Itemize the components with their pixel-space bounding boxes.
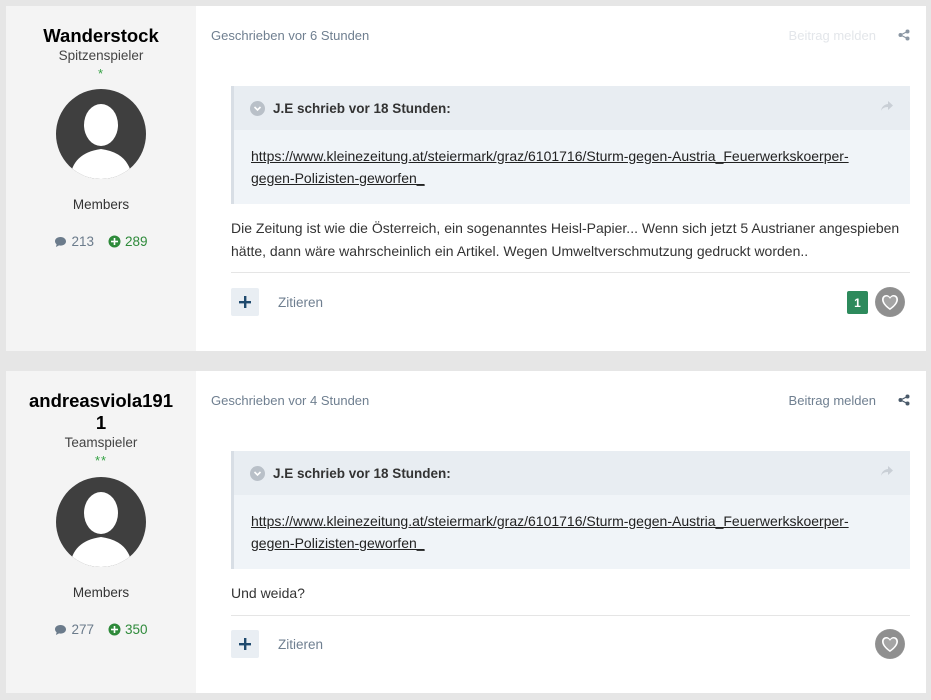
- chevron-down-icon[interactable]: [250, 465, 265, 481]
- share-button[interactable]: [898, 28, 910, 46]
- multiquote-button[interactable]: [231, 288, 259, 316]
- post-count: 213: [54, 234, 94, 249]
- author-panel: andreasviola191 1 Teamspieler ** Members …: [6, 371, 196, 693]
- heart-icon: [875, 629, 905, 659]
- report-post-link[interactable]: Beitrag melden: [789, 393, 876, 408]
- post-body: Und weida?: [231, 582, 910, 605]
- divider: [231, 272, 910, 273]
- like-count-badge[interactable]: 1: [847, 291, 868, 314]
- share-icon: [898, 29, 910, 41]
- post-count: 277: [54, 622, 94, 637]
- post-count-value: 213: [71, 234, 94, 249]
- report-post-link[interactable]: Beitrag melden: [789, 28, 876, 43]
- quote-header: J.E schrieb vor 18 Stunden:: [234, 451, 910, 495]
- reputation-value: 289: [125, 234, 148, 249]
- author-name[interactable]: andreasviola191 1: [6, 390, 196, 434]
- post: andreasviola191 1 Teamspieler ** Members …: [6, 371, 926, 693]
- post-actions: Zitieren: [231, 629, 910, 660]
- rank-stars: **: [94, 453, 108, 468]
- plus-circle-icon: [108, 623, 121, 636]
- like-button[interactable]: [875, 287, 905, 317]
- post: Wanderstock Spitzenspieler * Members 213…: [6, 6, 926, 351]
- post-content: Geschrieben vor 6 Stunden Beitrag melden…: [196, 6, 926, 351]
- post-timestamp[interactable]: Geschrieben vor 4 Stunden: [211, 393, 369, 408]
- reply-arrow-icon[interactable]: [880, 100, 894, 115]
- like-button[interactable]: [875, 629, 905, 659]
- post-count-value: 277: [71, 622, 94, 637]
- author-stats: 213 289: [6, 234, 196, 249]
- author-stats: 277 350: [6, 622, 196, 637]
- quote-link[interactable]: https://www.kleinezeitung.at/steiermark/…: [251, 513, 849, 551]
- post-timestamp[interactable]: Geschrieben vor 6 Stunden: [211, 28, 369, 43]
- quote-block: J.E schrieb vor 18 Stunden: https://www.…: [231, 86, 910, 204]
- chevron-down-icon[interactable]: [250, 100, 265, 116]
- reply-arrow-icon[interactable]: [880, 465, 894, 480]
- reputation-value: 350: [125, 622, 148, 637]
- post-content: Geschrieben vor 4 Stunden Beitrag melden…: [196, 371, 926, 693]
- plus-icon: [239, 296, 251, 308]
- quote-body: https://www.kleinezeitung.at/steiermark/…: [234, 495, 910, 569]
- quote-block: J.E schrieb vor 18 Stunden: https://www.…: [231, 451, 910, 569]
- author-panel: Wanderstock Spitzenspieler * Members 213…: [6, 6, 196, 351]
- speech-bubble-icon: [55, 624, 67, 635]
- quote-button[interactable]: Zitieren: [278, 295, 323, 310]
- plus-icon: [239, 638, 251, 650]
- reputation: 350: [108, 622, 148, 637]
- multiquote-button[interactable]: [231, 630, 259, 658]
- user-silhouette-icon: [70, 104, 132, 179]
- post-actions: Zitieren 1: [231, 287, 910, 318]
- member-group: Members: [72, 585, 130, 600]
- author-name[interactable]: Wanderstock: [6, 25, 196, 47]
- post-body-line: Die Zeitung ist wie die Österreich, ein …: [231, 220, 900, 236]
- member-group: Members: [72, 197, 130, 212]
- author-rank: Spitzenspieler: [58, 48, 144, 63]
- quote-author: J.E schrieb vor 18 Stunden:: [273, 100, 451, 116]
- plus-circle-icon: [108, 235, 121, 248]
- author-rank: Teamspieler: [64, 435, 138, 450]
- rank-stars: *: [97, 66, 105, 81]
- user-silhouette-icon: [70, 492, 132, 567]
- quote-button[interactable]: Zitieren: [278, 637, 323, 652]
- post-body-line: hätte, dann wäre wahrscheinlich ein Arti…: [231, 243, 809, 259]
- avatar[interactable]: [56, 89, 146, 179]
- avatar[interactable]: [56, 477, 146, 567]
- quote-body: https://www.kleinezeitung.at/steiermark/…: [234, 130, 910, 204]
- share-button[interactable]: [898, 393, 910, 411]
- quote-link[interactable]: https://www.kleinezeitung.at/steiermark/…: [251, 148, 849, 186]
- reputation: 289: [108, 234, 148, 249]
- divider: [231, 615, 910, 616]
- post-body-line: Und weida?: [231, 585, 305, 601]
- share-icon: [898, 394, 910, 406]
- speech-bubble-icon: [55, 236, 67, 247]
- quote-header: J.E schrieb vor 18 Stunden:: [234, 86, 910, 130]
- heart-icon: [875, 287, 905, 317]
- quote-author: J.E schrieb vor 18 Stunden:: [273, 465, 451, 481]
- post-body: Die Zeitung ist wie die Österreich, ein …: [231, 217, 910, 263]
